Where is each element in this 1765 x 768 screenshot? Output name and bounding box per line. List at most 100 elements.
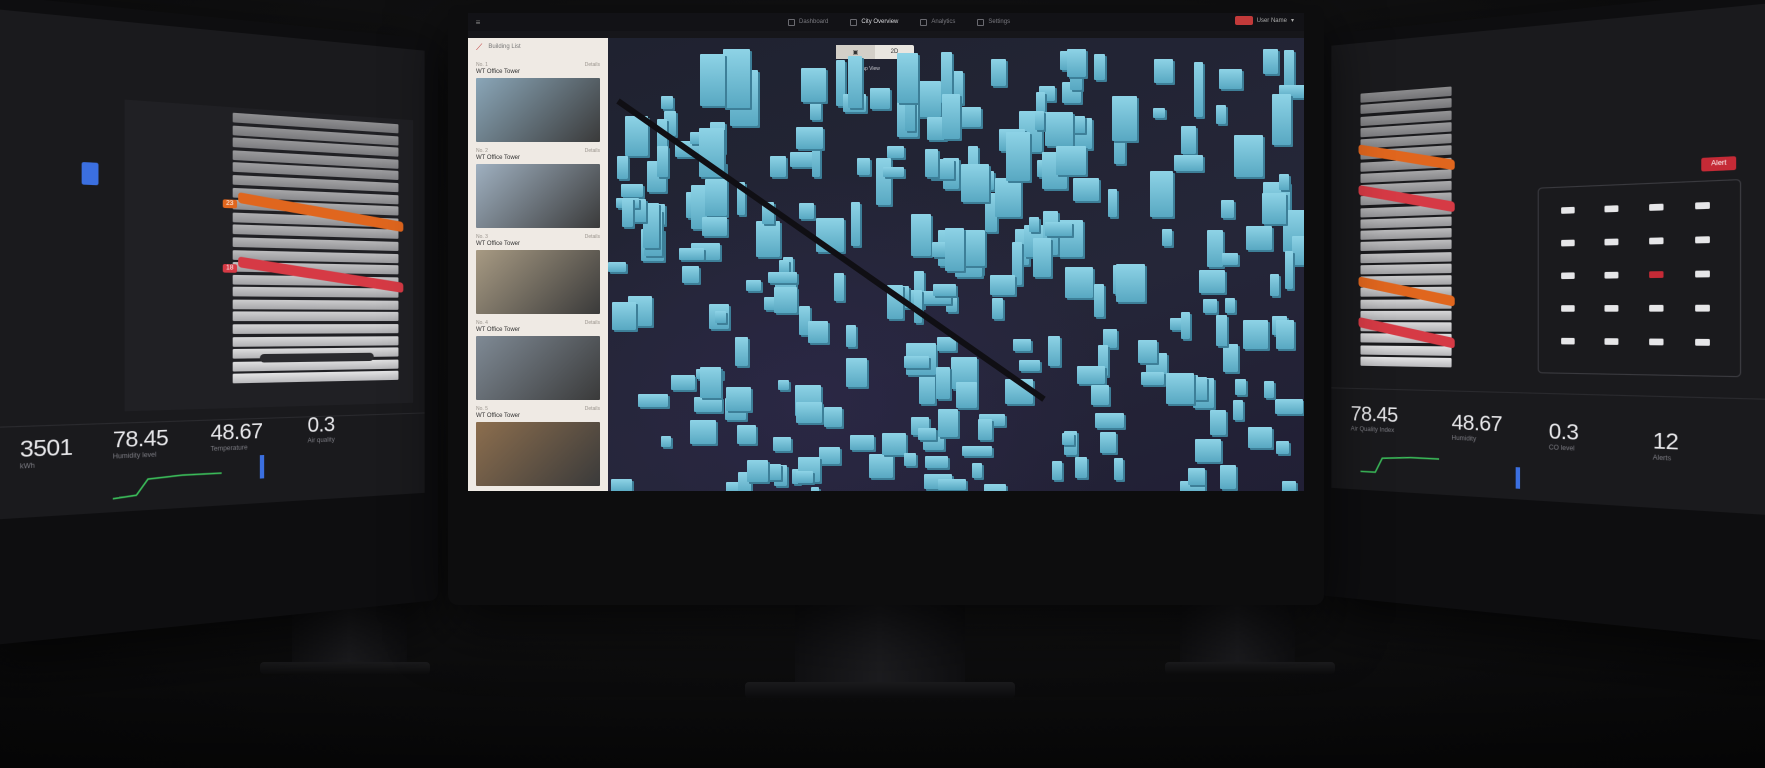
building-block xyxy=(1114,458,1123,480)
tab-city-overview[interactable]: City Overview xyxy=(850,19,898,26)
top-bar: ≡ Dashboard City Overview Analytics Sett… xyxy=(468,13,1304,31)
card-meta: No. 5 Details xyxy=(476,406,600,412)
left-sparkline xyxy=(113,462,227,501)
building-block xyxy=(1029,217,1039,232)
building-card[interactable]: No. 3 Details WT Office Tower xyxy=(476,234,600,314)
floor-layer xyxy=(233,312,399,322)
building-block xyxy=(770,156,786,176)
left-tag-1: 23 xyxy=(223,199,237,208)
floor-layer xyxy=(1360,263,1451,274)
building-block xyxy=(1203,299,1217,313)
room-cell[interactable] xyxy=(1561,207,1575,214)
building-block xyxy=(1188,468,1205,485)
room-cell[interactable] xyxy=(1604,205,1618,212)
left-stat-4-label: Air quality xyxy=(308,437,335,444)
building-block xyxy=(918,428,936,440)
building-block xyxy=(608,262,626,272)
right-stat-1-value: 78.45 xyxy=(1351,403,1398,428)
left-app-icon[interactable] xyxy=(82,162,99,185)
room-cell[interactable] xyxy=(1649,305,1663,312)
tab-icon xyxy=(977,19,984,26)
card-tag[interactable]: Details xyxy=(585,62,600,68)
building-block xyxy=(1045,222,1072,235)
user-menu[interactable]: User Name ▾ xyxy=(1235,16,1294,25)
building-block xyxy=(1285,251,1293,289)
right-alert-tag[interactable]: Alert xyxy=(1701,156,1736,171)
building-block xyxy=(1223,344,1239,372)
room-cell[interactable] xyxy=(1695,305,1710,312)
room-cell[interactable] xyxy=(1561,272,1575,279)
building-block xyxy=(995,178,1021,217)
building-card[interactable]: No. 4 Details WT Office Tower xyxy=(476,320,600,400)
building-block xyxy=(1276,441,1289,454)
map-view[interactable]: ▣ 2D Map View xyxy=(608,38,1304,491)
card-meta: No. 1 Details xyxy=(476,62,600,68)
room-cell[interactable] xyxy=(1604,272,1618,279)
right-stand-base xyxy=(1165,662,1335,674)
card-tag[interactable]: Details xyxy=(585,320,600,326)
room-cell[interactable] xyxy=(1695,270,1710,277)
building-block xyxy=(870,88,889,109)
building-block xyxy=(811,487,819,491)
floor-layer xyxy=(1360,345,1451,355)
building-block xyxy=(661,96,673,108)
card-title: WT Office Tower xyxy=(476,241,600,247)
building-block xyxy=(801,68,826,101)
building-block xyxy=(1270,274,1279,296)
room-cell[interactable] xyxy=(1604,239,1618,246)
room-cell[interactable] xyxy=(1649,271,1663,278)
card-tag[interactable]: Details xyxy=(585,148,600,154)
left-screen: 23 18 3501 kWh 78.45 Humidity level 48.6… xyxy=(0,9,425,520)
menu-icon[interactable]: ≡ xyxy=(468,13,488,31)
building-block xyxy=(1075,457,1087,478)
right-bar-indicator xyxy=(1516,467,1520,489)
card-thumbnail xyxy=(476,78,600,142)
room-cell[interactable] xyxy=(1695,202,1710,209)
room-cell[interactable] xyxy=(1649,237,1663,244)
room-cell[interactable] xyxy=(1604,338,1618,345)
room-cell[interactable] xyxy=(1695,339,1710,346)
building-block xyxy=(1282,481,1296,491)
building-block xyxy=(1033,238,1051,277)
building-card[interactable]: No. 1 Details WT Office Tower xyxy=(476,62,600,142)
tab-analytics[interactable]: Analytics xyxy=(920,19,955,26)
room-cell[interactable] xyxy=(1695,236,1710,243)
building-block xyxy=(933,284,956,297)
card-tag[interactable]: Details xyxy=(585,234,600,240)
room-cell[interactable] xyxy=(1649,204,1663,211)
building-block xyxy=(846,358,866,387)
building-block xyxy=(1035,111,1044,130)
card-id: No. 1 xyxy=(476,62,488,68)
room-cell[interactable] xyxy=(1561,338,1575,345)
tab-dashboard[interactable]: Dashboard xyxy=(788,19,828,26)
building-block xyxy=(715,311,725,323)
building-block xyxy=(661,436,671,447)
building-block xyxy=(638,394,668,406)
building-block xyxy=(1154,59,1172,83)
tab-label: Settings xyxy=(988,19,1010,25)
room-cell[interactable] xyxy=(1561,305,1575,312)
floor-layer xyxy=(233,371,399,384)
room-cell[interactable] xyxy=(1649,339,1663,346)
building-card[interactable]: No. 2 Details WT Office Tower xyxy=(476,148,600,228)
card-id: No. 4 xyxy=(476,320,488,326)
building-card[interactable]: No. 5 Details WT Office Tower xyxy=(476,406,600,486)
room-cell[interactable] xyxy=(1604,305,1618,312)
left-stand-base xyxy=(260,662,430,674)
sidebar-header: ⟋ Building List xyxy=(476,38,600,56)
card-meta: No. 2 Details xyxy=(476,148,600,154)
building-block xyxy=(1150,171,1173,217)
building-block xyxy=(705,179,727,216)
tab-settings[interactable]: Settings xyxy=(977,19,1010,26)
card-thumbnail xyxy=(476,164,600,228)
building-block xyxy=(887,146,904,157)
building-block xyxy=(911,214,931,256)
building-block xyxy=(1246,226,1272,251)
building-block xyxy=(1195,439,1221,462)
room-cell[interactable] xyxy=(1561,240,1575,247)
floor-layer xyxy=(233,336,399,347)
left-slider[interactable] xyxy=(260,353,374,363)
card-tag[interactable]: Details xyxy=(585,406,600,412)
building-block xyxy=(1056,146,1086,175)
building-block xyxy=(1153,108,1165,118)
